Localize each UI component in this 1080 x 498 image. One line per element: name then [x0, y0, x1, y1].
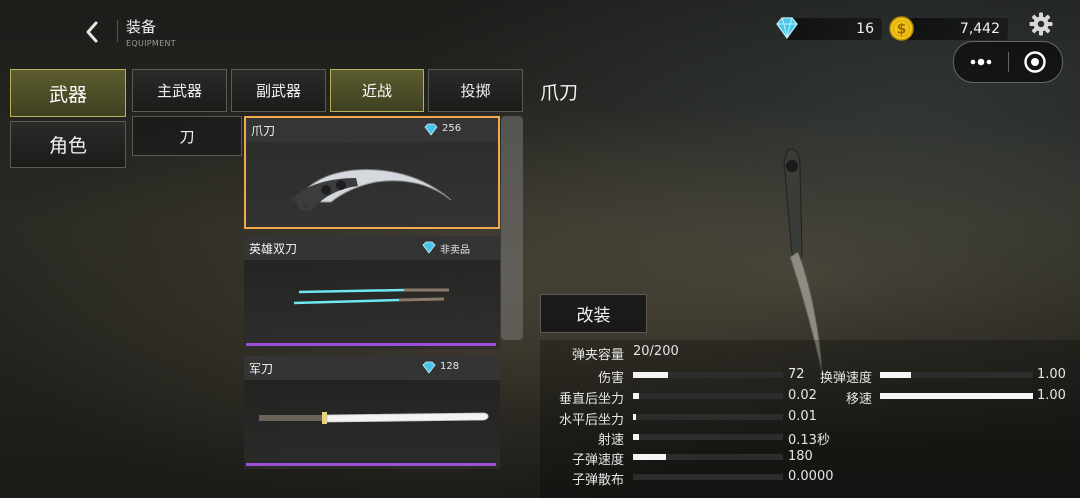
item-card-header: [244, 356, 500, 380]
stat-label: 子弹速度: [571, 453, 624, 468]
tab-label: 投掷: [460, 82, 491, 100]
stat-label: 垂直后坐力: [558, 392, 624, 407]
subtab-knife[interactable]: 刀: [132, 116, 242, 156]
rarity-bar: [246, 463, 496, 466]
tab-label: 近战: [361, 82, 392, 100]
stat-bar-reload-speed: [880, 372, 1033, 378]
military-sword-image: [259, 412, 489, 424]
item-name: 爪刀: [251, 124, 276, 138]
stat-value: 1.00: [1037, 388, 1066, 403]
page-title-block: 装备 EQUIPMENT: [126, 16, 176, 48]
more-dots-icon: [970, 58, 992, 66]
stat-value: 0.13秒: [788, 433, 830, 448]
page-title: 装备: [126, 18, 157, 36]
more-button[interactable]: [966, 52, 996, 72]
header-divider: [117, 20, 118, 42]
stat-value: 0.01: [788, 409, 817, 424]
stat-bar-fill: [633, 454, 666, 460]
subtab-knife-label: 刀: [179, 127, 195, 146]
stat-value: 180: [788, 449, 813, 464]
stat-label: 移速: [845, 392, 872, 407]
tab-weapons-label: 武器: [48, 83, 87, 106]
item-card-karambit[interactable]: 爪刀 256: [244, 116, 500, 229]
rarity-bar: [246, 343, 496, 346]
item-price: 非卖品: [440, 245, 470, 256]
settings-button[interactable]: [1029, 12, 1053, 36]
diamond-icon: [422, 241, 436, 254]
diamond-icon: [774, 16, 800, 40]
selected-item-title: 爪刀: [540, 82, 579, 104]
gems-value: 16: [856, 21, 874, 37]
stat-value: 0.0000: [788, 469, 834, 484]
item-list: 爪刀 256 英雄双刀 非卖品 军刀 128: [244, 116, 500, 498]
stat-label-capacity: 弹夹容量: [571, 348, 624, 363]
stat-bar-fire-rate: [633, 434, 783, 440]
stat-label: 伤害: [597, 371, 624, 386]
item-card-hero-dual-blades[interactable]: 英雄双刀 非卖品: [244, 236, 500, 349]
dollar-coin-icon: $: [889, 16, 914, 41]
modify-button[interactable]: 改装: [540, 294, 647, 333]
stat-bar-fill: [633, 393, 639, 399]
stat-value-capacity: 20/200: [633, 344, 679, 359]
modify-button-label: 改装: [576, 306, 611, 326]
item-price: 128: [440, 361, 460, 372]
stat-label: 射速: [597, 433, 624, 448]
stat-value: 72: [788, 367, 805, 382]
list-scrollbar[interactable]: [501, 116, 523, 340]
stat-bar-vertical-recoil: [633, 393, 783, 399]
coins-value: 7,442: [959, 21, 1000, 37]
close-mini-program-button[interactable]: [1023, 50, 1047, 74]
tab-characters[interactable]: 角色: [10, 121, 126, 168]
tab-primary-weapon[interactable]: 主武器: [132, 69, 227, 112]
target-circle-icon: [1024, 51, 1046, 73]
stat-bar-fill: [633, 414, 636, 420]
dual-blades-image: [293, 288, 449, 305]
tab-secondary-weapon[interactable]: 副武器: [231, 69, 326, 112]
stat-bar-fill: [633, 434, 639, 440]
stat-bar-fill: [880, 393, 1033, 399]
stat-bar-bullet-speed: [633, 454, 783, 460]
stat-bar-fill: [880, 372, 911, 378]
diamond-icon: [422, 361, 436, 374]
stat-bar-damage: [633, 372, 783, 378]
karambit-knife-image: [291, 169, 452, 211]
gear-icon: [1029, 12, 1053, 36]
tab-label: 主武器: [156, 82, 202, 100]
stat-bar-fill: [633, 372, 668, 378]
chevron-left-icon: [86, 21, 98, 43]
stat-label: 子弹散布: [571, 473, 624, 488]
stats-panel: 弹夹容量 20/200 伤害 72 垂直后坐力 0.02 水平后坐力 0.01 …: [540, 340, 1080, 498]
tab-weapons[interactable]: 武器: [10, 69, 126, 117]
stat-bar-bullet-spread: [633, 474, 783, 480]
svg-text:$: $: [897, 22, 907, 38]
gems-counter: 16: [786, 18, 882, 40]
tab-characters-label: 角色: [48, 135, 87, 157]
back-button[interactable]: [80, 18, 106, 46]
capsule-divider: [1008, 52, 1009, 72]
item-name: 军刀: [249, 362, 274, 376]
page-subtitle: EQUIPMENT: [126, 39, 176, 48]
stat-value: 1.00: [1037, 367, 1066, 382]
tab-throwable[interactable]: 投掷: [428, 69, 523, 112]
item-price: 256: [442, 123, 462, 134]
tab-label: 副武器: [255, 82, 301, 100]
diamond-icon: [424, 123, 438, 136]
stat-bar-horizontal-recoil: [633, 414, 783, 420]
item-card-military-sword[interactable]: 军刀 128: [244, 356, 500, 469]
stat-label: 水平后坐力: [558, 413, 624, 428]
stat-label: 换弹速度: [819, 371, 872, 386]
capsule-menu: [953, 41, 1063, 83]
stat-bar-move-speed: [880, 393, 1033, 399]
coins-counter: 7,442: [902, 18, 1008, 40]
tab-melee[interactable]: 近战: [330, 69, 424, 112]
item-name: 英雄双刀: [249, 242, 298, 256]
